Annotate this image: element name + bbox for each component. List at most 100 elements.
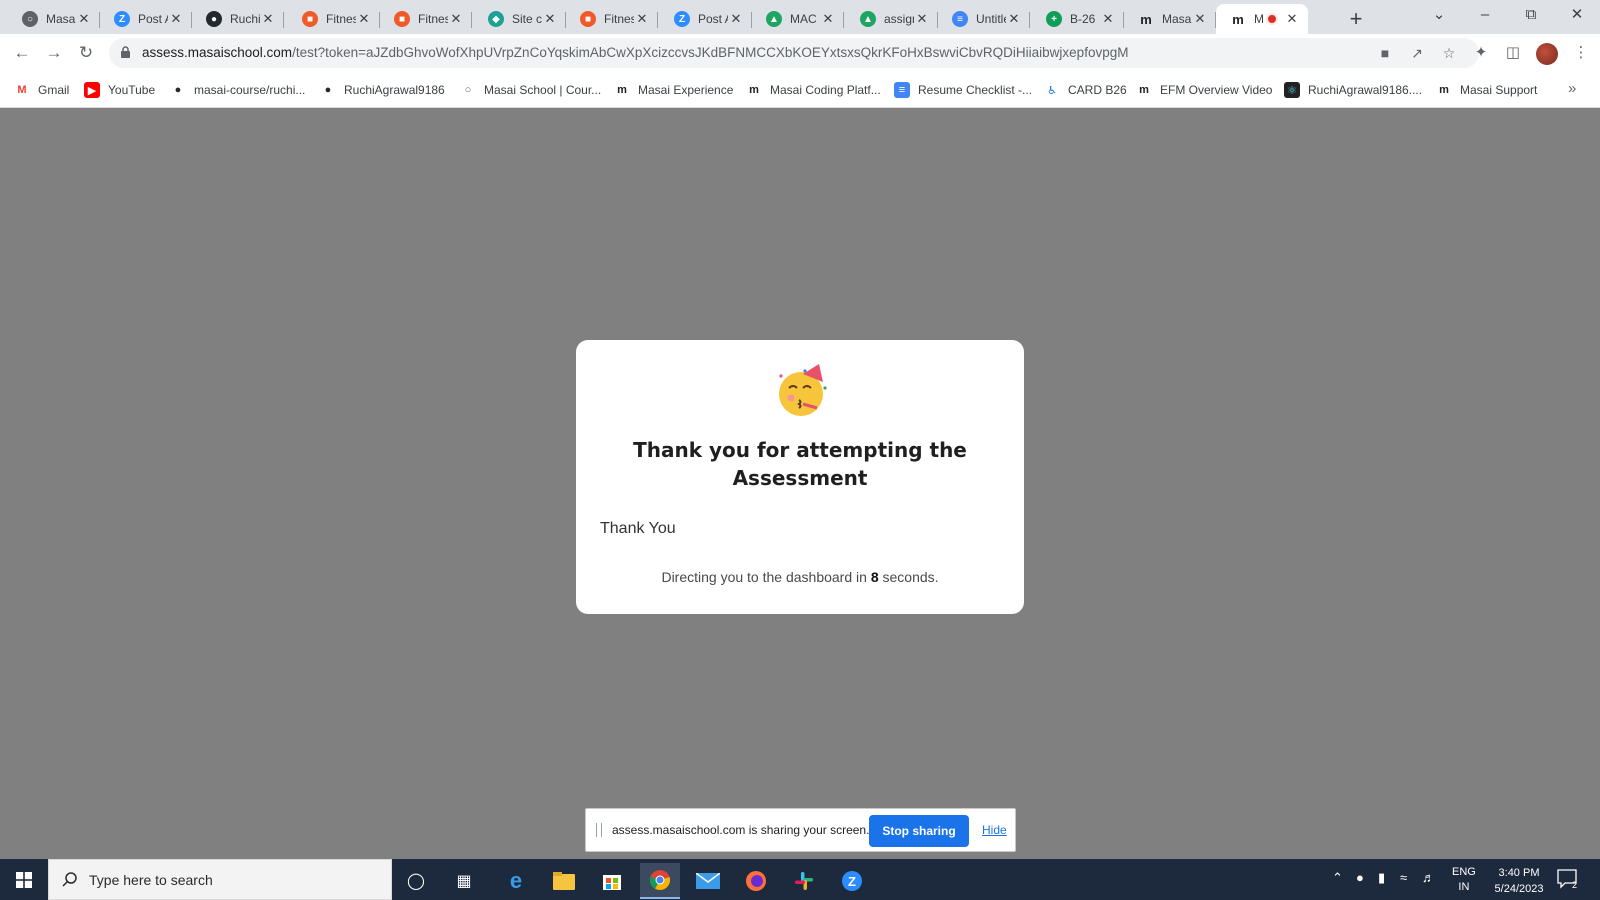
close-tab-icon[interactable]: ✕ <box>1284 11 1300 27</box>
notifications-icon[interactable]: 2 <box>1557 869 1579 889</box>
lock-icon[interactable] <box>121 46 130 58</box>
more-bookmarks-icon[interactable]: » <box>1568 80 1576 97</box>
cortana-icon[interactable]: ◯ <box>396 863 436 899</box>
bookmark-item[interactable]: ▶ YouTube <box>84 81 155 99</box>
close-tab-icon[interactable]: ✕ <box>634 11 650 27</box>
mail-icon[interactable] <box>688 863 728 899</box>
wifi-icon[interactable]: ≈ <box>1400 870 1407 885</box>
browser-tab[interactable]: ■ Fitness✕ <box>288 4 380 34</box>
masai-icon: m <box>1439 84 1449 96</box>
microphone-icon[interactable]: ● <box>1356 870 1364 885</box>
file-explorer-icon[interactable] <box>544 863 584 899</box>
show-hidden-icons[interactable]: ⌃ <box>1332 870 1343 886</box>
drag-handle[interactable] <box>596 823 602 837</box>
reload-button[interactable]: ↻ <box>72 39 100 67</box>
github-icon: ● <box>324 84 332 96</box>
close-tab-icon[interactable]: ✕ <box>356 11 372 27</box>
language-indicator[interactable]: ENG IN <box>1452 865 1476 895</box>
bookmark-item[interactable]: ♿ CARD B26 <box>1044 81 1127 99</box>
close-tab-icon[interactable]: ✕ <box>260 11 276 27</box>
bookmark-item[interactable]: ● RuchiAgrawal9186 <box>320 81 445 99</box>
bookmark-star-icon[interactable]: ☆ <box>1441 45 1457 61</box>
volume-icon[interactable]: ♬ <box>1422 870 1435 885</box>
edge-icon[interactable]: e <box>496 863 536 899</box>
bookmark-item[interactable]: m Masai Support <box>1436 81 1537 99</box>
tab-title: Masai School <box>46 12 76 26</box>
screen-share-bar: assess.masaischool.com is sharing your s… <box>585 808 1016 852</box>
browser-tab[interactable]: m M ✕ <box>1216 4 1308 34</box>
globe-icon: ○ <box>22 11 38 27</box>
bookmark-label: Masai School | Cour... <box>484 83 602 97</box>
new-tab-button[interactable]: + <box>1342 6 1370 34</box>
camera-icon[interactable]: ■ <box>1377 45 1393 61</box>
close-tab-icon[interactable]: ✕ <box>448 11 464 27</box>
close-tab-icon[interactable]: ✕ <box>914 11 930 27</box>
close-tab-icon[interactable]: ✕ <box>1100 11 1116 27</box>
accessibility-icon: ♿ <box>1047 84 1057 97</box>
browser-tab[interactable]: ▲ MAC ✕ <box>752 4 844 34</box>
share-icon[interactable]: ↗ <box>1409 45 1425 61</box>
bookmark-item[interactable]: ≡ Resume Checklist -... <box>894 81 1032 99</box>
minimize-button[interactable]: – <box>1462 0 1508 34</box>
url-text[interactable]: assess.masaischool.com/test?token=aJZdbG… <box>142 45 1128 60</box>
close-window-button[interactable]: ✕ <box>1554 0 1600 34</box>
restore-button[interactable]: ⧉ <box>1508 0 1554 34</box>
browser-tab[interactable]: ○ Masai School✕ <box>8 4 100 34</box>
youtube-icon: ▶ <box>84 82 100 98</box>
windows-taskbar: Type here to search ◯ ▦ e Z ⌃ ● ▮ ≈ ♬ EN… <box>0 859 1600 900</box>
battery-icon[interactable]: ▮ <box>1378 870 1385 886</box>
close-tab-icon[interactable]: ✕ <box>542 11 558 27</box>
hide-link[interactable]: Hide <box>982 823 1007 837</box>
browser-tab[interactable]: + B-26 ✕ <box>1032 4 1124 34</box>
tab-search-button[interactable]: ⌄ <box>1416 0 1462 34</box>
bookmark-item[interactable]: m Masai Coding Platf... <box>746 81 881 99</box>
masai-icon: m <box>617 84 627 96</box>
extensions-icon[interactable]: ✦ <box>1472 44 1490 62</box>
bookmark-item[interactable]: M Gmail <box>14 81 69 99</box>
close-tab-icon[interactable]: ✕ <box>728 11 744 27</box>
address-bar[interactable]: assess.masaischool.com/test?token=aJZdbG… <box>109 38 1479 68</box>
bookmark-item[interactable]: ○ Masai School | Cour... <box>460 81 602 99</box>
tab-separator <box>657 12 658 28</box>
profile-avatar[interactable] <box>1536 43 1558 65</box>
clock[interactable]: 3:40 PM 5/24/2023 <box>1484 865 1554 897</box>
back-button[interactable]: ← <box>8 39 36 67</box>
close-tab-icon[interactable]: ✕ <box>1006 11 1022 27</box>
close-tab-icon[interactable]: ✕ <box>168 11 184 27</box>
menu-icon[interactable]: ⋮ <box>1572 44 1590 62</box>
browser-tab[interactable]: ◆ Site cloned✕ <box>474 4 566 34</box>
windows-start-icon[interactable] <box>16 872 32 888</box>
chrome-icon[interactable] <box>640 863 680 899</box>
tab-separator <box>283 12 284 28</box>
taskbar-search-input[interactable]: Type here to search <box>48 859 392 900</box>
slack-icon[interactable] <box>784 863 824 899</box>
task-view-icon[interactable]: ▦ <box>444 863 484 899</box>
store-icon[interactable] <box>592 863 632 899</box>
browser-tab[interactable]: ≡ Untitled document✕ <box>938 4 1030 34</box>
browser-toolbar: ← → ↻ assess.masaischool.com/test?token=… <box>0 34 1600 72</box>
close-tab-icon[interactable]: ✕ <box>820 11 836 27</box>
firefox-icon[interactable] <box>736 863 776 899</box>
close-tab-icon[interactable]: ✕ <box>76 11 92 27</box>
bookmark-item[interactable]: m EFM Overview Video <box>1136 81 1272 99</box>
forward-button[interactable]: → <box>40 39 68 67</box>
bookmark-label: RuchiAgrawal9186 <box>344 83 445 97</box>
browser-tab[interactable]: Z Post Assignment✕ <box>100 4 192 34</box>
side-panel-icon[interactable]: ◫ <box>1504 44 1522 62</box>
browser-tab[interactable]: ▲ assignment✕ <box>846 4 938 34</box>
bookmark-item[interactable]: ⚛ RuchiAgrawal9186.... <box>1284 81 1422 99</box>
zoom-icon[interactable]: Z <box>832 863 872 899</box>
browser-tab[interactable]: ● RuchiAgrawal9186✕ <box>192 4 284 34</box>
bookmark-item[interactable]: m Masai Experience <box>614 81 733 99</box>
close-tab-icon[interactable]: ✕ <box>1192 11 1208 27</box>
party-face-icon <box>779 364 827 416</box>
stop-sharing-button[interactable]: Stop sharing <box>869 815 969 847</box>
bookmark-item[interactable]: ● masai-course/ruchi... <box>170 81 306 99</box>
browser-tab[interactable]: ■ Fitness✕ <box>566 4 658 34</box>
browser-tab[interactable]: ■ Fitness✕ <box>380 4 472 34</box>
masai-icon: m <box>749 84 759 96</box>
zoom-icon: Z <box>674 11 690 27</box>
browser-tab[interactable]: m Masai ✕ <box>1124 4 1216 34</box>
browser-tab[interactable]: Z Post Assignment✕ <box>660 4 752 34</box>
drive-icon: ▲ <box>860 11 876 27</box>
